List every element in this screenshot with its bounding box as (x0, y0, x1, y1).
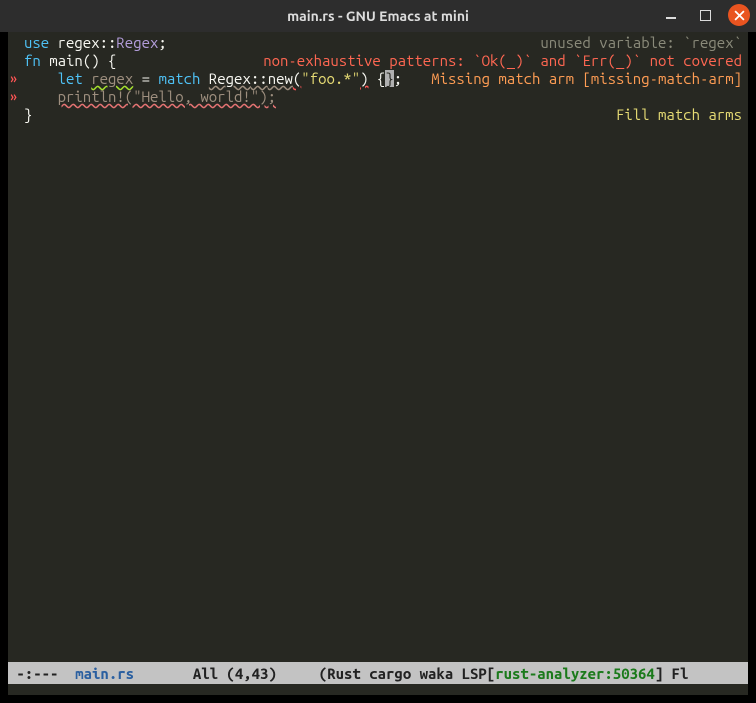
indent (24, 70, 58, 87)
type-regex: Regex (209, 70, 251, 87)
var-regex: regex (91, 70, 133, 87)
closing-brace: } (24, 106, 32, 123)
modeline-position: All (4,43) (142, 665, 318, 682)
close-button[interactable] (728, 4, 750, 26)
equals: = (133, 70, 158, 87)
diag-missing-match-arm: Missing match arm [missing-match-arm] (431, 70, 742, 88)
type-regex: Regex (116, 34, 158, 51)
space (83, 70, 91, 87)
window-controls (660, 4, 750, 26)
path-segment: regex:: (49, 34, 116, 51)
modeline-buffer-name[interactable]: main.rs (67, 665, 143, 682)
fn-new: new (268, 70, 293, 87)
fn-signature: main() { (41, 52, 117, 69)
keyword-let: let (58, 70, 83, 87)
minibuffer[interactable] (8, 684, 748, 695)
diag-unused-variable: unused variable: `regex` (540, 34, 742, 52)
string-literal: "foo.*" (301, 70, 360, 87)
space (200, 70, 208, 87)
keyword-match: match (158, 70, 200, 87)
editor-area[interactable]: » » use regex::Regex; fn main() { let re… (8, 32, 748, 662)
code-buffer[interactable]: use regex::Regex; fn main() { let regex … (24, 34, 402, 124)
modeline-status: -:--- (8, 665, 67, 682)
keyword-fn: fn (24, 52, 41, 69)
emacs-window: main.rs - GNU Emacs at mini » » use rege… (0, 0, 756, 703)
semicolon: ; (394, 70, 402, 87)
modeline-modes-tail: ] Fl (655, 665, 689, 682)
modeline[interactable]: -:--- main.rs All (4,43) (Rust cargo wak… (8, 662, 748, 684)
rparen: ) (360, 70, 368, 87)
diag-non-exhaustive: non-exhaustive patterns: `Ok(_)` and `Er… (263, 52, 742, 70)
space (369, 70, 377, 87)
close-icon (734, 10, 745, 21)
error-fringe-marker: » (10, 70, 17, 88)
code-action-fill-arms[interactable]: Fill match arms (616, 106, 742, 124)
cursor: } (385, 70, 393, 87)
path-sep: :: (251, 70, 268, 87)
minimize-button[interactable] (660, 4, 682, 26)
semicolon: ; (158, 34, 166, 51)
indent (24, 88, 58, 105)
println-call: println!("Hello, world!"); (58, 88, 276, 105)
modeline-rust-analyzer[interactable]: rust-analyzer:50364 (495, 665, 655, 682)
window-title: main.rs - GNU Emacs at mini (287, 8, 469, 24)
maximize-button[interactable] (694, 4, 716, 26)
modeline-modes: (Rust cargo waka LSP[ (319, 665, 495, 682)
keyword-use: use (24, 34, 49, 51)
error-fringe-marker: » (10, 88, 17, 106)
titlebar: main.rs - GNU Emacs at mini (0, 0, 756, 32)
gutter: » » (8, 32, 24, 662)
